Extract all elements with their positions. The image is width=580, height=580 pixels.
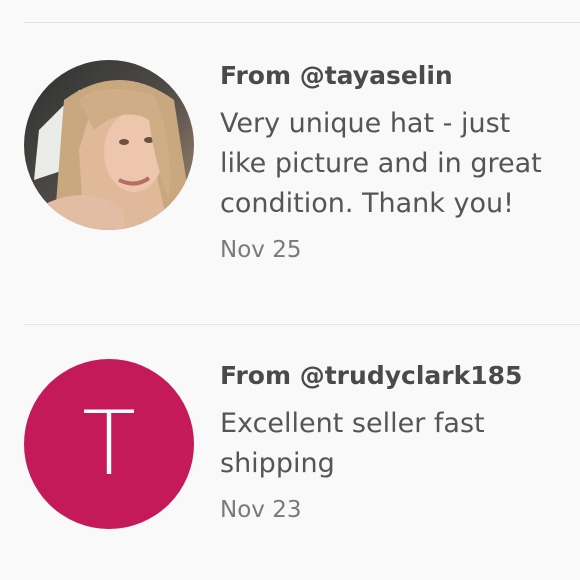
top-divider <box>24 22 580 23</box>
review-divider <box>24 324 580 325</box>
review-text: Excellent seller fast shipping <box>220 408 485 479</box>
review-date: Nov 23 <box>220 497 302 523</box>
review-author[interactable]: From @tayaselin <box>220 58 564 94</box>
review-content: From @tayaselin Very unique hat - just l… <box>220 58 564 266</box>
avatar-photo <box>24 60 194 230</box>
reviews-list: From @tayaselin Very unique hat - just l… <box>0 0 580 580</box>
review-text: Very unique hat - just like picture and … <box>220 108 542 219</box>
avatar[interactable] <box>24 60 194 230</box>
avatar[interactable]: T <box>24 359 194 529</box>
review-author[interactable]: From @trudyclark185 <box>220 358 564 394</box>
review-content: From @trudyclark185 Excellent seller fas… <box>220 358 564 526</box>
review-date: Nov 25 <box>220 237 302 263</box>
